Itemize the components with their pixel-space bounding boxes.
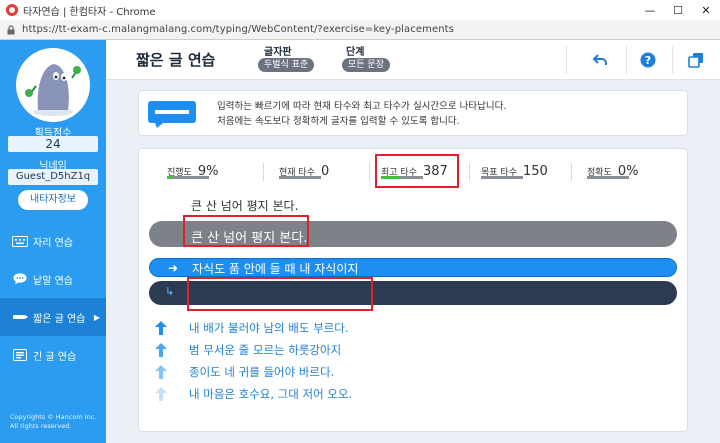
profile-button[interactable]: 내타자정보 — [18, 190, 88, 210]
typed-sentence-highlight — [183, 215, 309, 247]
sidebar-item-long-text[interactable]: 긴 글 연습 — [0, 336, 106, 374]
max-speed-highlight — [375, 154, 459, 188]
previous-sentence: 큰 산 넘어 평지 본다. — [191, 199, 299, 213]
divider — [672, 46, 673, 74]
stat-value: 150 — [522, 163, 548, 179]
back-arrow-icon[interactable] — [590, 50, 610, 70]
sidebar-item-label: 낱말 연습 — [33, 275, 73, 287]
stat-progress: 진행도 9% — [167, 159, 218, 183]
stat-value: 0 — [320, 163, 330, 179]
upcoming-text: 종이도 네 귀를 들어야 바르다. — [189, 365, 335, 379]
nickname-value: Guest_D5hZ1q — [8, 169, 98, 185]
info-text: 입력하는 빠르기에 따라 현재 타수와 최고 타수가 실시간으로 나타납니다. … — [217, 99, 506, 129]
divider — [571, 163, 572, 181]
level-select[interactable]: 모든 문장 — [342, 58, 390, 72]
lock-icon — [7, 24, 15, 34]
popup-window-icon[interactable] — [686, 50, 706, 70]
window-title: 타자연습 | 한컴타자 - Chrome — [23, 6, 156, 18]
sidebar-item-words[interactable]: 낱말 연습 — [0, 260, 106, 298]
input-highlight — [187, 277, 373, 311]
stat-bar — [167, 176, 209, 179]
copyright-line: Copyrights © Hancom Inc. — [10, 413, 97, 421]
upcoming-sentence: 내 배가 불러야 남의 배도 부르다. — [155, 320, 348, 336]
document-icon — [12, 349, 28, 361]
sidebar-item-short-text[interactable]: 짧은 글 연습 ▶ — [0, 298, 106, 336]
level-label: 단계 — [346, 47, 365, 58]
maximize-icon[interactable]: ☐ — [664, 0, 692, 20]
divider — [369, 163, 370, 181]
top-bar: 짧은 글 연습 글자판 두벌식 표준 단계 모든 문장 ? — [106, 40, 720, 80]
up-arrow-icon — [155, 387, 167, 401]
url-text: https://tt-exam-c.malangmalang.com/typin… — [22, 24, 454, 35]
close-icon[interactable]: ✕ — [692, 0, 720, 20]
upcoming-text: 범 무서운 줄 모르는 하룻강아지 — [189, 343, 342, 357]
upcoming-sentence: 범 무서운 줄 모르는 하룻강아지 — [155, 342, 341, 358]
up-arrow-icon — [155, 343, 167, 357]
sidebar-menu: 자리 연습 낱말 연습 짧은 글 연습 ▶ 긴 글 연습 — [0, 222, 106, 374]
sidebar-item-key-placement[interactable]: 자리 연습 — [0, 222, 106, 260]
divider — [566, 46, 567, 74]
upcoming-text: 내 배가 불러야 남의 배도 부르다. — [189, 321, 349, 335]
stat-bar — [279, 176, 321, 179]
app-logo-icon — [6, 4, 18, 16]
window-controls: — ☐ ✕ — [636, 0, 720, 20]
window-titlebar: 타자연습 | 한컴타자 - Chrome — ☐ ✕ — [0, 0, 720, 20]
info-panel: 입력하는 빠르기에 따라 현재 타수와 최고 타수가 실시간으로 나타납니다. … — [138, 90, 688, 136]
right-arrow-icon: ➜ — [168, 261, 179, 275]
info-banner-icon — [148, 101, 196, 128]
stat-bar — [587, 176, 629, 179]
active-arrow-icon: ▶ — [93, 312, 100, 322]
stat-target-speed: 목표 타수 150 — [481, 159, 548, 183]
divider — [626, 46, 627, 74]
up-arrow-icon — [155, 321, 167, 335]
sidebar-item-label: 짧은 글 연습 — [33, 313, 86, 325]
keyboard-icon — [12, 235, 28, 247]
sidebar-item-label: 긴 글 연습 — [33, 351, 77, 363]
up-arrow-icon — [155, 365, 167, 379]
avatar — [16, 48, 90, 122]
page-title: 짧은 글 연습 — [136, 51, 216, 69]
minimize-icon[interactable]: — — [636, 0, 664, 20]
upcoming-sentence: 내 마음은 호수요, 그대 저어 오오. — [155, 386, 352, 402]
layout-label: 글자판 — [264, 47, 292, 58]
stat-current-speed: 현재 타수 0 — [279, 159, 329, 183]
help-icon[interactable]: ? — [638, 50, 658, 70]
info-line: 입력하는 빠르기에 따라 현재 타수와 최고 타수가 실시간으로 나타납니다. — [217, 101, 507, 112]
current-sentence-bar: ➜ 자식도 품 안에 들 때 내 자식이지 — [149, 258, 677, 277]
return-arrow-icon: ↳ — [165, 285, 175, 298]
current-sentence: 자식도 품 안에 들 때 내 자식이지 — [192, 262, 359, 276]
upcoming-sentence: 종이도 네 귀를 들어야 바르다. — [155, 364, 334, 380]
main-content: 짧은 글 연습 글자판 두벌식 표준 단계 모든 문장 ? 입력하는 빠르기에 … — [106, 40, 720, 443]
copyright-line: All rights reserved. — [10, 422, 72, 430]
copyright: Copyrights © Hancom Inc. All rights rese… — [10, 413, 96, 431]
sidebar-item-label: 자리 연습 — [33, 237, 73, 249]
stats-bar: 진행도 9% 현재 타수 0 최고 타수 387 목표 타수 150 정확도 0… — [139, 153, 689, 188]
info-line: 처음에는 속도보다 정확하게 글자를 입력할 수 있도록 합니다. — [217, 116, 460, 127]
stat-accuracy: 정확도 0% — [587, 159, 638, 183]
svg-text:?: ? — [645, 54, 651, 67]
sidebar: 획득점수 24 닉네임 Guest_D5hZ1q 내타자정보 자리 연습 낱말 … — [0, 40, 106, 443]
character-illustration — [25, 64, 81, 116]
score-value: 24 — [8, 136, 98, 152]
divider — [263, 163, 264, 181]
pencil-icon — [12, 311, 28, 323]
progress-fill — [167, 176, 171, 179]
practice-panel: 진행도 9% 현재 타수 0 최고 타수 387 목표 타수 150 정확도 0… — [138, 148, 688, 432]
address-bar[interactable]: https://tt-exam-c.malangmalang.com/typin… — [0, 20, 720, 40]
divider — [469, 163, 470, 181]
speech-bubble-icon — [12, 273, 28, 285]
layout-select[interactable]: 두벌식 표준 — [258, 58, 315, 72]
upcoming-text: 내 마음은 호수요, 그대 저어 오오. — [189, 387, 353, 401]
stat-bar — [481, 176, 523, 179]
